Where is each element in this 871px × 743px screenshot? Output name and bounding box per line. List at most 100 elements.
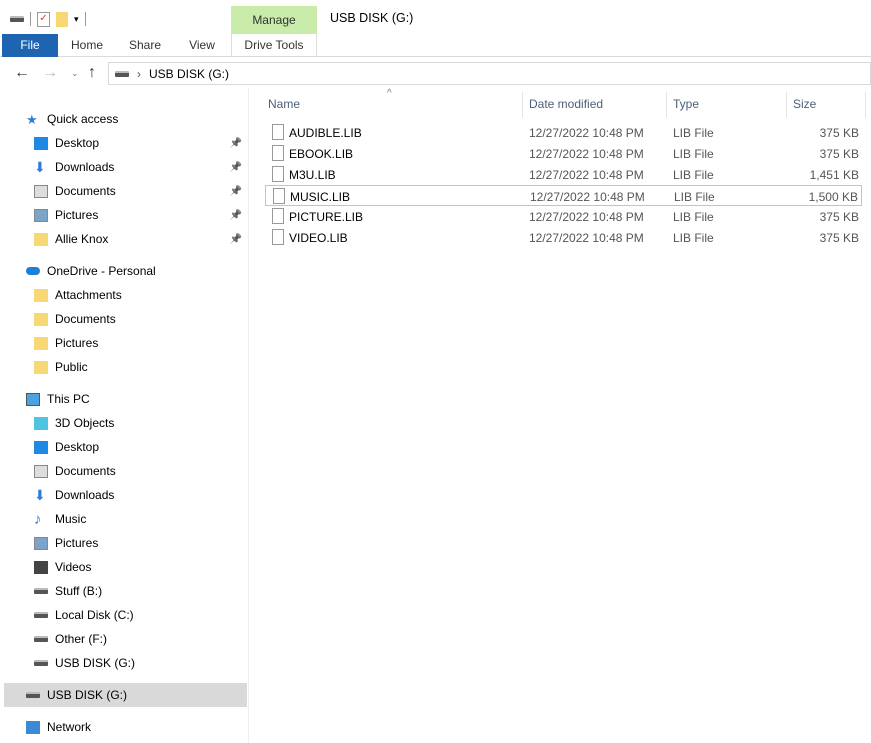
file-type: LIB File <box>673 168 714 182</box>
file-row[interactable]: EBOOK.LIB 12/27/2022 10:48 PM LIB File 3… <box>265 143 862 164</box>
star-icon: ★ <box>26 111 38 127</box>
back-arrow-icon[interactable]: ← <box>14 64 30 82</box>
breadcrumb-chevron-icon[interactable]: › <box>137 67 141 81</box>
column-divider[interactable] <box>666 92 667 118</box>
sidebar-item[interactable]: Allie Knox 📌 <box>0 227 248 251</box>
file-row[interactable]: VIDEO.LIB 12/27/2022 10:48 PM LIB File 3… <box>265 227 862 248</box>
sidebar-item[interactable]: Desktop <box>0 435 248 459</box>
file-name: M3U.LIB <box>289 168 336 182</box>
file-row[interactable]: M3U.LIB 12/27/2022 10:48 PM LIB File 1,4… <box>265 164 862 185</box>
file-row[interactable]: AUDIBLE.LIB 12/27/2022 10:48 PM LIB File… <box>265 122 862 143</box>
sidebar-item[interactable]: Public <box>0 355 248 379</box>
up-arrow-icon[interactable]: ↑ <box>88 64 96 82</box>
sidebar-item[interactable]: Documents 📌 <box>0 179 248 203</box>
sidebar-item[interactable]: ♪ Music <box>0 507 248 531</box>
file-date: 12/27/2022 10:48 PM <box>529 168 644 182</box>
sidebar-item[interactable]: Documents <box>0 459 248 483</box>
sidebar-item[interactable]: Local Disk (C:) <box>0 603 248 627</box>
sidebar-item[interactable]: 3D Objects <box>0 411 248 435</box>
file-icon <box>272 124 284 140</box>
file-size: 375 KB <box>819 126 859 140</box>
file-row[interactable]: PICTURE.LIB 12/27/2022 10:48 PM LIB File… <box>265 206 862 227</box>
file-row[interactable]: MUSIC.LIB 12/27/2022 10:48 PM LIB File 1… <box>265 185 862 206</box>
file-type: LIB File <box>673 126 714 140</box>
forward-arrow-icon[interactable]: → <box>42 64 58 82</box>
pin-icon[interactable]: 📌 <box>230 210 242 221</box>
column-divider[interactable] <box>865 92 866 118</box>
drive-icon <box>34 612 48 618</box>
download-icon: ⬇ <box>34 486 46 503</box>
address-input[interactable]: › USB DISK (G:) <box>108 62 871 85</box>
pin-icon[interactable]: 📌 <box>230 186 242 197</box>
sidebar-item[interactable]: ⬇ Downloads <box>0 483 248 507</box>
pane-divider[interactable] <box>248 88 249 743</box>
tab-share[interactable]: Share <box>120 34 170 57</box>
sidebar-item[interactable]: Pictures <box>0 331 248 355</box>
pin-icon[interactable]: 📌 <box>230 138 242 149</box>
manage-context-tab[interactable]: Manage <box>231 6 317 34</box>
sidebar-item[interactable]: ⬇ Downloads 📌 <box>0 155 248 179</box>
tab-drive-tools[interactable]: Drive Tools <box>231 34 317 57</box>
recent-locations-chevron-icon[interactable]: ⌄ <box>71 68 79 79</box>
file-type: LIB File <box>673 210 714 224</box>
column-date-modified[interactable]: Date modified <box>529 97 603 111</box>
network-icon <box>26 720 40 734</box>
file-name: MUSIC.LIB <box>290 190 351 204</box>
sidebar-item[interactable]: USB DISK (G:) <box>0 651 248 675</box>
sidebar-this-pc[interactable]: This PC <box>0 387 248 411</box>
drive-icon <box>26 692 40 698</box>
sidebar-item-label: Attachments <box>55 288 122 302</box>
window-title: USB DISK (G:) <box>330 11 414 25</box>
file-date: 12/27/2022 10:48 PM <box>530 190 645 204</box>
sidebar-item-label: Pictures <box>55 536 99 550</box>
customize-dropdown-icon[interactable]: ▾ <box>74 14 79 25</box>
column-type[interactable]: Type <box>673 97 699 111</box>
breadcrumb-usb-disk[interactable]: USB DISK (G:) <box>149 67 229 81</box>
sidebar-item[interactable]: Attachments <box>0 283 248 307</box>
sidebar-item-label: Downloads <box>55 160 115 174</box>
sidebar-item-label: This PC <box>47 392 90 406</box>
pin-icon[interactable]: 📌 <box>230 162 242 173</box>
sidebar-item-label: 3D Objects <box>55 416 115 430</box>
drive-icon <box>34 660 48 666</box>
sidebar-item[interactable]: Other (F:) <box>0 627 248 651</box>
file-type: LIB File <box>673 147 714 161</box>
sidebar-network[interactable]: Network <box>0 715 248 739</box>
cube-icon <box>34 416 48 430</box>
file-date: 12/27/2022 10:48 PM <box>529 231 644 245</box>
pictures-icon <box>34 208 48 222</box>
properties-icon[interactable]: ✓ <box>37 11 50 27</box>
pin-icon[interactable]: 📌 <box>230 234 242 245</box>
sidebar-item[interactable]: Desktop 📌 <box>0 131 248 155</box>
tab-view[interactable]: View <box>178 34 226 57</box>
sidebar-item[interactable]: Videos <box>0 555 248 579</box>
tab-home[interactable]: Home <box>62 34 112 57</box>
tab-file[interactable]: File <box>2 34 58 57</box>
folder-icon <box>34 288 48 302</box>
quick-access-toolbar: ✓ ▾ <box>10 8 86 30</box>
column-divider[interactable] <box>522 92 523 118</box>
cloud-icon <box>26 267 40 275</box>
sidebar-item-label: USB DISK (G:) <box>47 688 128 702</box>
column-name[interactable]: Name <box>268 97 300 111</box>
file-size: 375 KB <box>819 147 859 161</box>
sidebar-item[interactable]: Stuff (B:) <box>0 579 248 603</box>
file-size: 375 KB <box>819 231 859 245</box>
sidebar-item-label: Downloads <box>55 488 115 502</box>
sidebar-quick-access[interactable]: ★ Quick access <box>0 107 248 131</box>
column-divider[interactable] <box>786 92 787 118</box>
sidebar-onedrive[interactable]: OneDrive - Personal <box>0 259 248 283</box>
sidebar-usb-disk-selected[interactable]: USB DISK (G:) <box>4 683 247 707</box>
music-icon: ♪ <box>34 510 42 528</box>
column-size[interactable]: Size <box>793 97 816 111</box>
sidebar-item-label: USB DISK (G:) <box>55 656 136 670</box>
sidebar-item-label: Documents <box>55 184 116 198</box>
sidebar-item-label: Quick access <box>47 112 119 126</box>
sidebar-item[interactable]: Pictures <box>0 531 248 555</box>
file-date: 12/27/2022 10:48 PM <box>529 126 644 140</box>
sidebar-item[interactable]: Documents <box>0 307 248 331</box>
sidebar-item[interactable]: Pictures 📌 <box>0 203 248 227</box>
drive-icon <box>34 588 48 594</box>
new-folder-icon[interactable] <box>56 11 68 27</box>
sidebar-item-label: Public <box>55 360 88 374</box>
